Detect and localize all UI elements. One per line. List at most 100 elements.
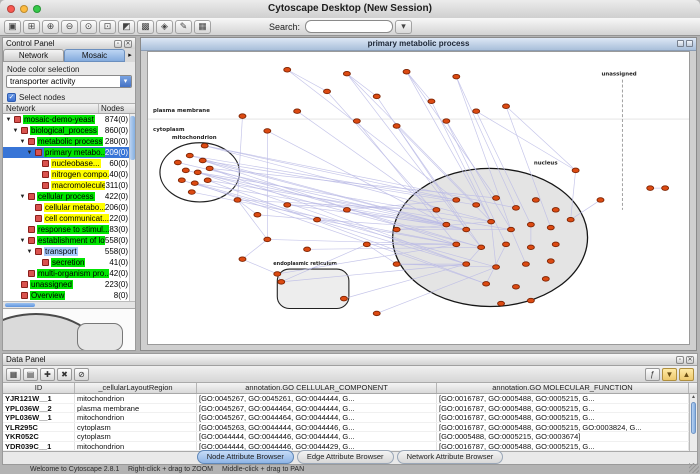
expand-icon[interactable]: ▼ [19, 238, 26, 244]
network-column-header[interactable]: Network [3, 104, 99, 113]
graph-node[interactable] [393, 262, 400, 267]
tree-row-unassigned[interactable]: unassigned223(0) [3, 279, 129, 290]
import-network-icon[interactable]: ⊞ [23, 20, 40, 34]
network-overlay-icon[interactable]: ▦ [194, 20, 211, 34]
table-row[interactable]: YPL036W__1mitochondrion[GO:0045267, GO:0… [3, 413, 697, 423]
graph-node[interactable] [488, 219, 495, 224]
delete-attribute-icon[interactable]: ✖ [57, 368, 72, 381]
graph-node[interactable] [239, 114, 246, 119]
import-attributes-icon[interactable]: ▼ [662, 368, 677, 381]
zoom-out-icon[interactable]: ⊖ [61, 20, 78, 34]
select-nodes-checkbox[interactable]: ✓ [7, 93, 16, 102]
column-header-cellularlayoutregion[interactable]: _cellularLayoutRegion [75, 383, 197, 393]
function-builder-icon[interactable]: ƒ [645, 368, 660, 381]
graph-node[interactable] [498, 301, 505, 306]
graph-node[interactable] [597, 198, 604, 203]
tree-row-nitrogen-compo[interactable]: nitrogen compo...40(0) [3, 169, 129, 180]
zoom-fit-icon[interactable]: ⊡ [99, 20, 116, 34]
graph-node[interactable] [274, 272, 281, 277]
float-panel-icon[interactable]: ▫ [114, 40, 122, 48]
graph-node[interactable] [191, 181, 198, 186]
graph-node[interactable] [199, 158, 206, 163]
graph-node[interactable] [512, 206, 519, 211]
tab-node-attribute-browser[interactable]: Node Attribute Browser [197, 450, 294, 464]
search-options-icon[interactable]: ▾ [395, 20, 412, 34]
scrollbar-thumb[interactable] [130, 116, 135, 160]
layout-icon[interactable]: ▩ [137, 20, 154, 34]
table-vertical-scrollbar[interactable]: ▲ [689, 394, 697, 451]
graph-node[interactable] [324, 89, 331, 94]
tree-row-establishment-of-lo[interactable]: ▼establishment of lo...558(0) [3, 235, 129, 246]
graph-node[interactable] [343, 71, 350, 76]
table-row[interactable]: YJR121W__1mitochondrion[GO:0045267, GO:0… [3, 394, 697, 404]
tree-horizontal-scrollbar[interactable] [3, 301, 135, 308]
attribute-select-icon[interactable]: ▦ [6, 368, 21, 381]
graph-node[interactable] [512, 285, 519, 290]
graph-node[interactable] [522, 262, 529, 267]
tree-row-cellular-process[interactable]: ▼cellular process422(0) [3, 191, 129, 202]
graph-node[interactable] [373, 94, 380, 99]
scrollbar-thumb[interactable] [5, 303, 35, 307]
graph-node[interactable] [314, 217, 321, 222]
graph-node[interactable] [473, 203, 480, 208]
graph-node[interactable] [503, 104, 510, 109]
export-attributes-icon[interactable]: ▲ [679, 368, 694, 381]
graph-node[interactable] [572, 168, 579, 173]
graph-node[interactable] [264, 129, 271, 134]
expand-icon[interactable]: ▼ [19, 194, 26, 200]
zoom-in-icon[interactable]: ⊕ [42, 20, 59, 34]
graph-node[interactable] [662, 186, 669, 191]
graph-node[interactable] [284, 203, 291, 208]
tab-mosaic[interactable]: Mosaic [64, 49, 125, 62]
graph-node[interactable] [493, 196, 500, 201]
graph-node[interactable] [239, 257, 246, 262]
graph-node[interactable] [527, 298, 534, 303]
column-header-annotation-go-cellular-component[interactable]: annotation.GO CELLULAR_COMPONENT [197, 383, 437, 393]
graph-node[interactable] [201, 143, 208, 148]
tree-row-overview[interactable]: Overview8(0) [3, 290, 129, 301]
graph-node[interactable] [443, 119, 450, 124]
vizmapper-icon[interactable]: ◩ [118, 20, 135, 34]
graph-node[interactable] [428, 99, 435, 104]
graph-node[interactable] [278, 280, 285, 285]
graph-node[interactable] [174, 160, 181, 165]
tree-row-primary-metabo[interactable]: ▼primary metabo...209(0) [3, 147, 129, 158]
tree-vertical-scrollbar[interactable] [129, 114, 135, 301]
tree-row-nucleobase[interactable]: nucleobase...60(0) [3, 158, 129, 169]
tree-row-transport[interactable]: ▼transport558(0) [3, 246, 129, 257]
resize-grip[interactable] [689, 463, 699, 473]
graph-node[interactable] [393, 227, 400, 232]
table-row[interactable]: YLR295Ccytoplasm[GO:0045263, GO:0044444,… [3, 423, 697, 433]
expand-icon[interactable]: ▼ [5, 117, 12, 123]
graph-node[interactable] [493, 265, 500, 270]
close-window-button[interactable] [7, 5, 15, 13]
graph-node[interactable] [186, 153, 193, 158]
graph-node[interactable] [393, 124, 400, 129]
graph-node[interactable] [206, 166, 213, 171]
tab-edge-attribute-browser[interactable]: Edge Attribute Browser [297, 450, 394, 464]
graph-node[interactable] [304, 247, 311, 252]
tree-row-secretion[interactable]: secretion41(0) [3, 257, 129, 268]
graph-node[interactable] [508, 227, 515, 232]
tree-row-metabolic-process[interactable]: ▼metabolic process280(0) [3, 136, 129, 147]
graph-node[interactable] [204, 178, 211, 183]
graph-node[interactable] [443, 222, 450, 227]
graph-node[interactable] [532, 198, 539, 203]
graph-node[interactable] [547, 259, 554, 264]
tabs-overflow-icon[interactable]: ▸ [125, 49, 135, 62]
tree-row-biological-process[interactable]: ▼biological_process860(0) [3, 125, 129, 136]
trash-icon[interactable]: ⊘ [74, 368, 89, 381]
float-panel-icon[interactable]: ▫ [676, 356, 684, 364]
graph-node[interactable] [363, 242, 370, 247]
graph-node[interactable] [503, 242, 510, 247]
tree-row-multi-organism-pro[interactable]: multi-organism pro...42(0) [3, 268, 129, 279]
graph-node[interactable] [552, 242, 559, 247]
graph-node[interactable] [473, 109, 480, 114]
graph-node[interactable] [483, 282, 490, 287]
graph-node[interactable] [188, 190, 195, 195]
plugin-manager-icon[interactable]: ◈ [156, 20, 173, 34]
graph-node[interactable] [542, 277, 549, 282]
graph-node[interactable] [234, 198, 241, 203]
close-panel-icon[interactable]: ✕ [124, 40, 132, 48]
network-view-titlebar[interactable]: primary metabolic process [141, 38, 696, 51]
